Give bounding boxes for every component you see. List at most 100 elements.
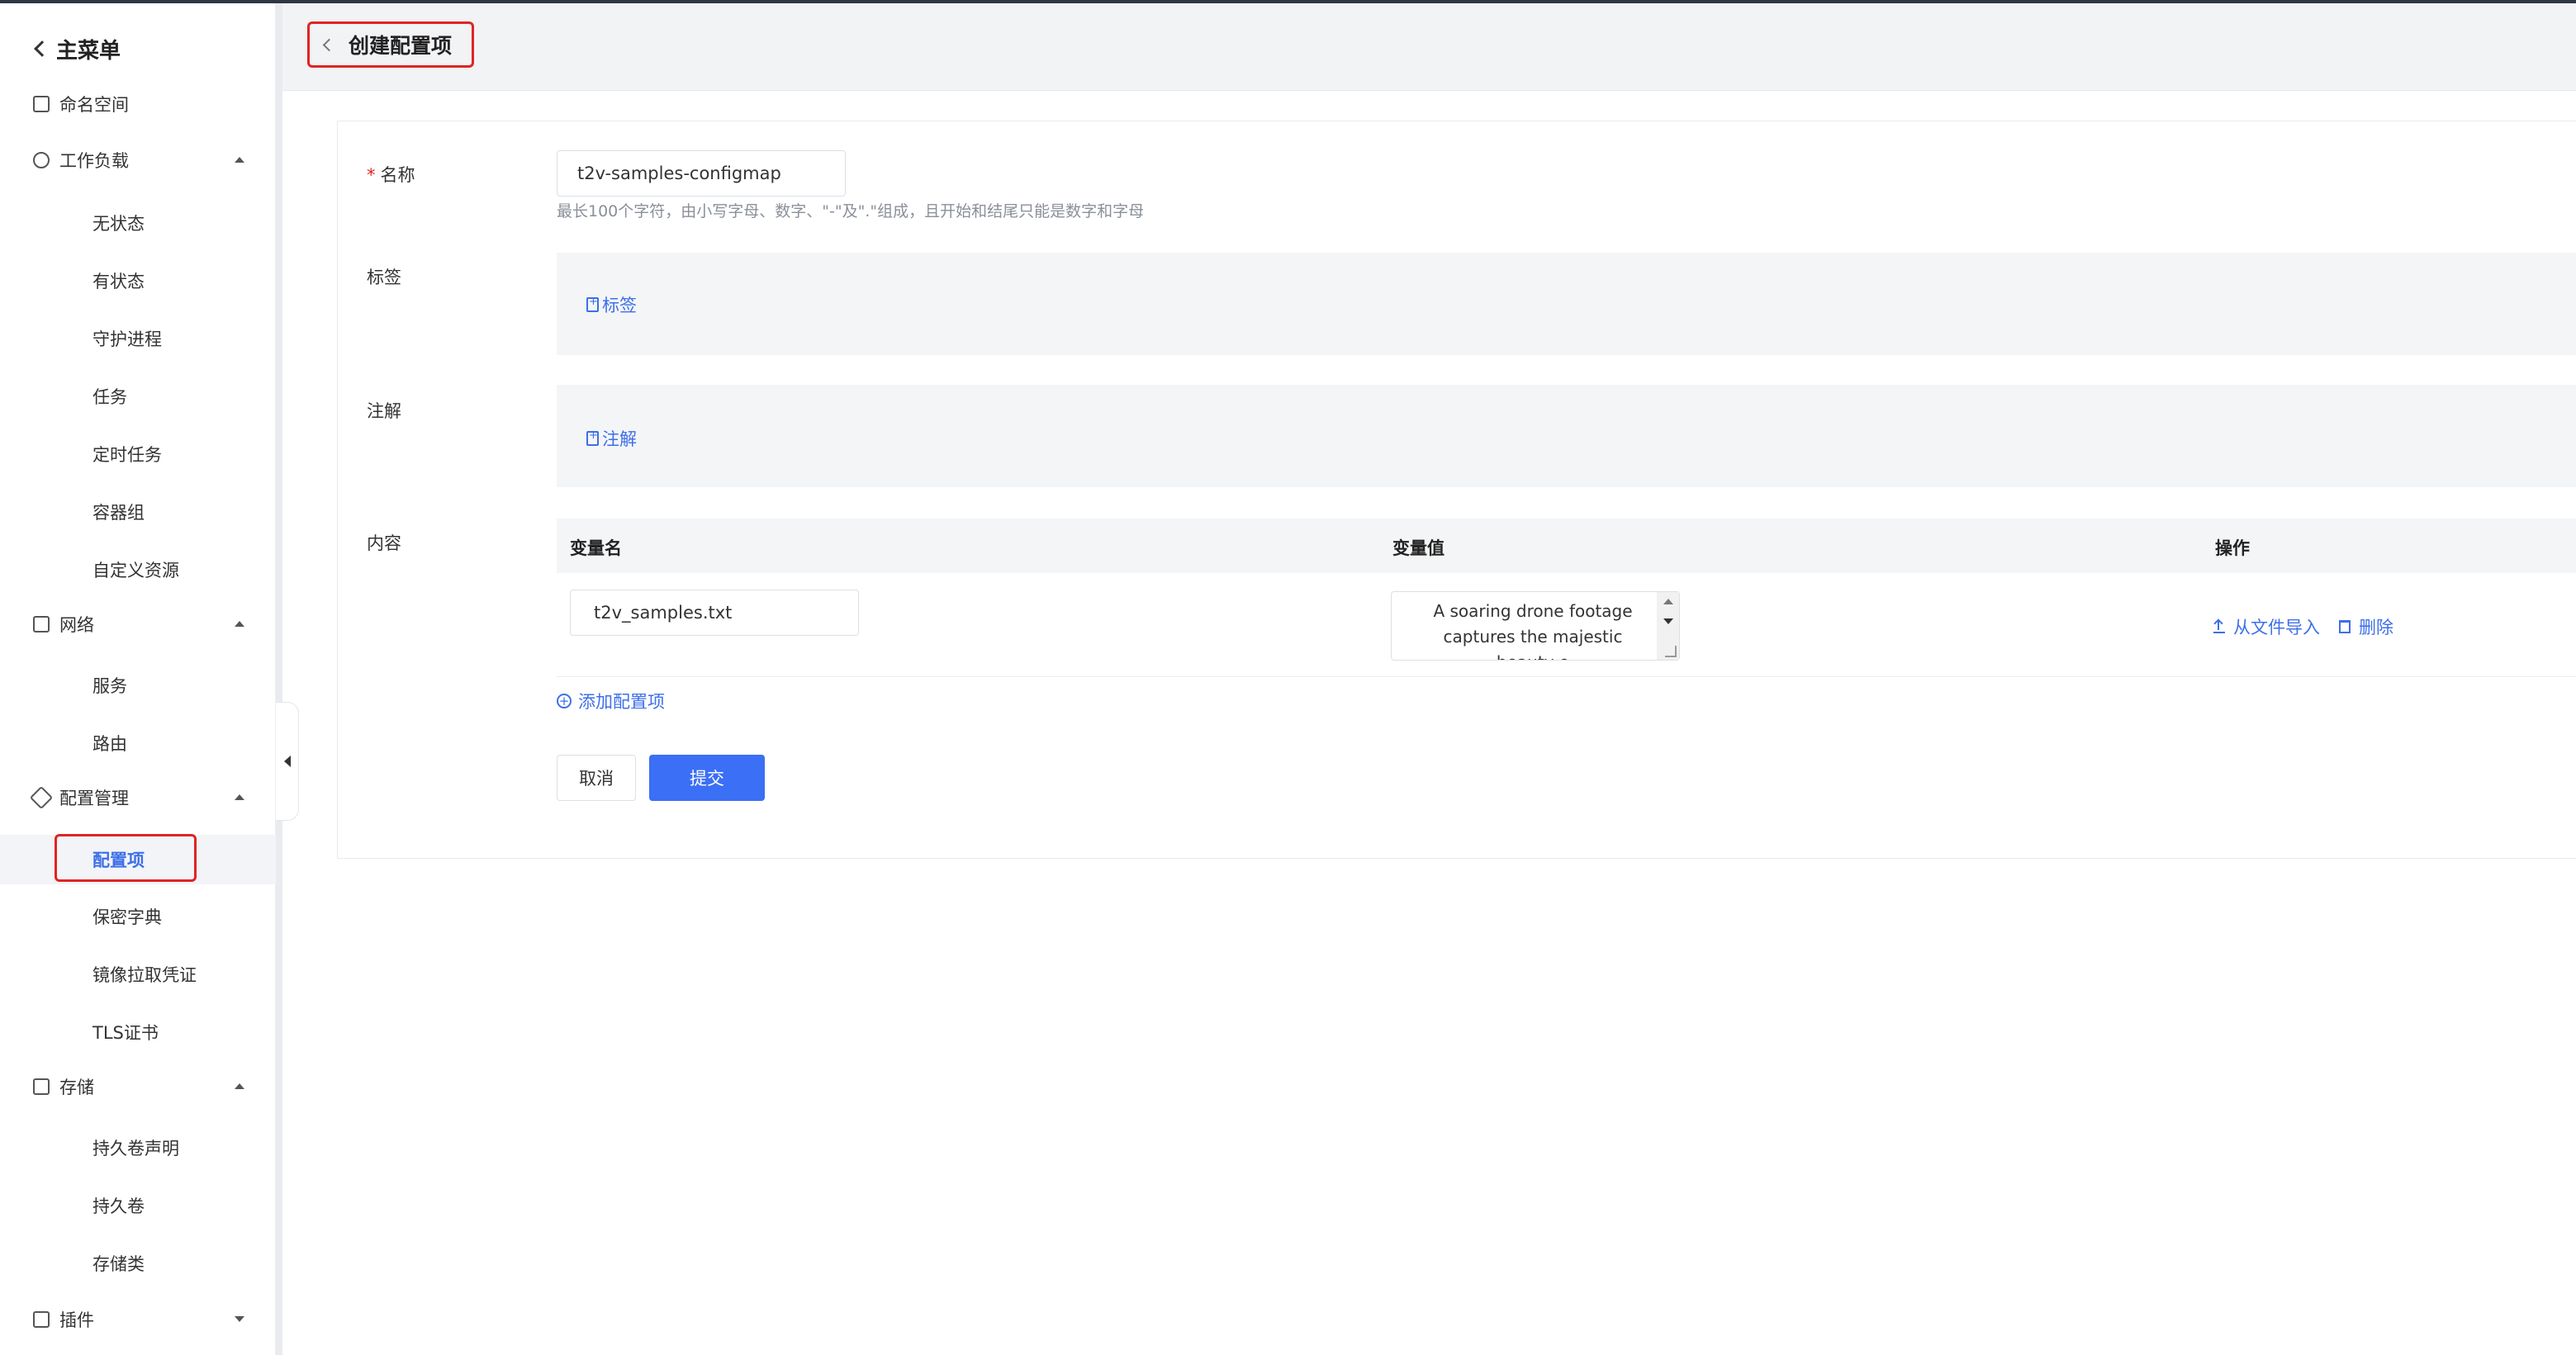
namespace-icon xyxy=(33,96,50,112)
delete-label: 删除 xyxy=(2359,618,2393,637)
sidebar-item-label: 容器组 xyxy=(93,503,145,523)
table-row: A soaring drone footage captures the maj… xyxy=(557,573,2576,677)
labels-label: 标签 xyxy=(367,268,401,287)
sidebar-item-stateless[interactable]: 无状态 xyxy=(0,198,276,248)
col-value-header: 变量值 xyxy=(1392,538,1445,558)
network-icon xyxy=(33,616,50,632)
sidebar-group-label: 存储 xyxy=(59,1078,94,1097)
page-title-back[interactable]: 创建配置项 xyxy=(307,21,474,68)
sidebar-group-label: 配置管理 xyxy=(59,789,129,808)
sidebar-item-stateful[interactable]: 有状态 xyxy=(0,256,276,306)
scroll-down-icon[interactable] xyxy=(1663,618,1673,624)
collapse-left-icon xyxy=(283,756,291,767)
sidebar-item-tls-cert[interactable]: TLS证书 xyxy=(0,1007,276,1057)
submit-button[interactable]: 提交 xyxy=(649,755,765,801)
annotations-label: 注解 xyxy=(367,401,401,421)
storage-icon xyxy=(33,1078,50,1095)
sidebar-scroll-track xyxy=(276,3,282,1355)
name-label: * 名称 xyxy=(367,162,415,187)
add-annotation-text: 注解 xyxy=(602,429,637,449)
sidebar-item-label: 持久卷 xyxy=(93,1196,145,1216)
sidebar-item-label: 无状态 xyxy=(93,214,145,234)
add-label-text: 标签 xyxy=(602,296,637,315)
textarea-scrollbar[interactable] xyxy=(1657,592,1679,660)
sidebar-item-secret[interactable]: 保密字典 xyxy=(0,892,276,941)
sidebar-item-label: 存储类 xyxy=(93,1254,145,1274)
back-to-main-menu[interactable]: 主菜单 xyxy=(34,30,121,68)
chevron-down-icon xyxy=(235,1316,244,1322)
name-label-text: 名称 xyxy=(380,165,415,185)
import-from-file-link[interactable]: 从文件导入 xyxy=(2213,614,2320,639)
sidebar-item-pvc[interactable]: 持久卷声明 xyxy=(0,1123,276,1173)
variable-name-input[interactable] xyxy=(570,590,859,636)
sidebar-group-storage[interactable]: 存储 xyxy=(33,1070,248,1103)
col-key-header: 变量名 xyxy=(570,538,622,558)
sidebar-group-config[interactable]: 配置管理 xyxy=(29,781,248,814)
sidebar-item-label: TLS证书 xyxy=(93,1023,159,1043)
add-file-icon xyxy=(586,429,599,446)
name-hint: 最长100个字符，由小写字母、数字、"-"及"."组成，且开始和结尾只能是数字和… xyxy=(557,202,1145,220)
sidebar-item-custom-resource[interactable]: 自定义资源 xyxy=(0,545,276,595)
add-label-link[interactable]: 标签 xyxy=(586,292,637,317)
sidebar-group-label: 插件 xyxy=(59,1310,94,1330)
chevron-up-icon xyxy=(235,1083,244,1089)
chevron-up-icon xyxy=(235,157,244,163)
add-annotation-link[interactable]: 注解 xyxy=(586,426,637,451)
sidebar-item-label: 持久卷声明 xyxy=(93,1139,179,1158)
sidebar-group-label: 命名空间 xyxy=(59,95,129,115)
sidebar-collapse-button[interactable] xyxy=(276,702,299,821)
sidebar-item-label: 守护进程 xyxy=(93,329,162,349)
chevron-up-icon xyxy=(235,794,244,800)
sidebar-item-label: 任务 xyxy=(93,387,127,407)
add-file-icon xyxy=(586,296,599,312)
name-input[interactable] xyxy=(557,150,846,197)
page-header xyxy=(282,3,2576,91)
sidebar-item-service[interactable]: 服务 xyxy=(0,661,276,710)
sidebar-item-label: 保密字典 xyxy=(93,907,162,927)
sidebar-item-daemonset[interactable]: 守护进程 xyxy=(0,314,276,363)
resize-grip-icon[interactable] xyxy=(1665,646,1677,657)
upload-icon xyxy=(2213,620,2225,633)
chevron-left-icon xyxy=(34,40,50,57)
chevron-up-icon xyxy=(235,621,244,627)
sidebar-item-label: 定时任务 xyxy=(93,445,162,465)
sidebar-group-plugin[interactable]: 插件 xyxy=(33,1303,248,1336)
sidebar: 主菜单 命名空间 工作负载 无状态 有状态 守护进程 任务 定时任务 容器组 自… xyxy=(0,3,276,1355)
plugin-icon xyxy=(33,1311,50,1328)
content-table-header: 变量名 变量值 操作 xyxy=(557,519,2576,573)
sidebar-item-label: 镜像拉取凭证 xyxy=(93,965,197,985)
sidebar-item-label: 自定义资源 xyxy=(93,561,179,580)
required-mark: * xyxy=(367,165,376,185)
chevron-left-icon xyxy=(322,38,336,51)
workload-icon xyxy=(33,152,50,168)
sidebar-group-label: 工作负载 xyxy=(59,151,129,171)
sidebar-item-pv[interactable]: 持久卷 xyxy=(0,1181,276,1230)
config-icon xyxy=(29,785,54,810)
add-config-label: 添加配置项 xyxy=(578,692,665,712)
sidebar-group-namespace[interactable]: 命名空间 xyxy=(33,88,248,121)
sidebar-group-workload[interactable]: 工作负载 xyxy=(33,144,248,177)
plus-circle-icon: + xyxy=(557,694,572,708)
cancel-button[interactable]: 取消 xyxy=(557,755,636,801)
sidebar-item-route[interactable]: 路由 xyxy=(0,718,276,768)
labels-block xyxy=(557,253,2576,355)
sidebar-item-storage-class[interactable]: 存储类 xyxy=(0,1239,276,1288)
variable-value-textarea[interactable]: A soaring drone footage captures the maj… xyxy=(1391,591,1680,661)
sidebar-group-network[interactable]: 网络 xyxy=(33,608,248,641)
sidebar-item-label: 有状态 xyxy=(93,272,145,291)
add-config-item-link[interactable]: + 添加配置项 xyxy=(557,689,665,713)
sidebar-item-image-pull-secret[interactable]: 镜像拉取凭证 xyxy=(0,950,276,999)
active-item-highlight xyxy=(55,834,197,882)
sidebar-item-cronjob[interactable]: 定时任务 xyxy=(0,429,276,479)
sidebar-item-pod[interactable]: 容器组 xyxy=(0,487,276,537)
col-ops-header: 操作 xyxy=(2215,538,2250,558)
delete-row-link[interactable]: 删除 xyxy=(2339,614,2393,639)
scroll-up-icon[interactable] xyxy=(1663,599,1673,604)
sidebar-item-label: 服务 xyxy=(93,676,127,696)
sidebar-item-job[interactable]: 任务 xyxy=(0,372,276,421)
import-label: 从文件导入 xyxy=(2233,618,2320,637)
trash-icon xyxy=(2339,620,2351,633)
annotations-block xyxy=(557,385,2576,487)
sidebar-group-label: 网络 xyxy=(59,615,94,635)
sidebar-item-label: 路由 xyxy=(93,734,127,754)
